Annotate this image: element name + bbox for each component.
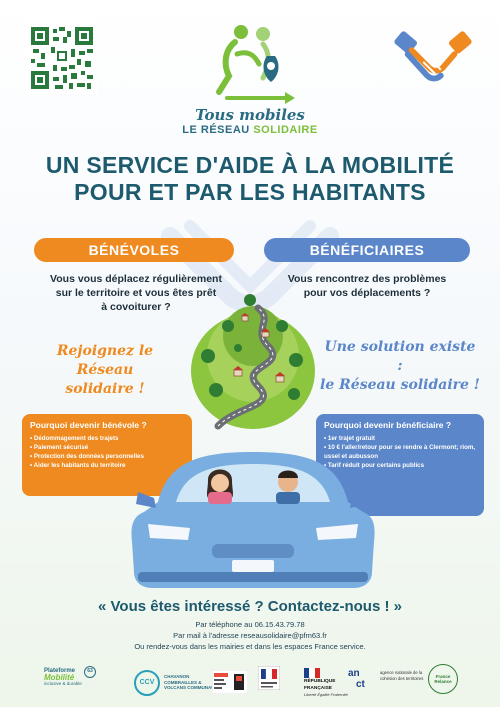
hill-village-illustration xyxy=(191,294,315,430)
plateforme-mobilite-logo: Plateforme Mobilité inclusive & durable … xyxy=(44,666,108,688)
french-flag-icon xyxy=(304,668,320,678)
volunteers-banner: BÉNÉVOLES xyxy=(34,238,234,262)
contact-cta: « Vous êtes intéressé ? Contactez-nous !… xyxy=(98,598,402,615)
contact-phone: Par téléphone au 06.15.43.79.78 xyxy=(195,620,305,629)
regional-logo-icon xyxy=(212,670,248,694)
anct-mark: an ct xyxy=(348,668,376,690)
partner-logos: Plateforme Mobilité inclusive & durable … xyxy=(0,660,500,707)
logo-subtitle-part1: LE RÉSEAU xyxy=(182,124,250,136)
contact-places: Ou rendez-vous dans les mairies et dans … xyxy=(134,642,366,651)
beneficiaries-tagline-line-1: Une solution existe : xyxy=(324,339,476,374)
beneficiaries-tagline-line-2: le Réseau solidaire ! xyxy=(320,377,480,393)
poster: Tous mobiles LE RÉSEAU SOLIDAIRE UN SERV… xyxy=(0,0,500,707)
volunteers-question-line-1: Vous vous déplacez régulièrement xyxy=(50,273,222,285)
anct-name: agence nationale de la cohésion des terr… xyxy=(380,670,424,681)
ccv-mark: CCV xyxy=(134,670,160,696)
plateforme-badge: 63 xyxy=(84,666,96,678)
car-illustration xyxy=(131,452,375,588)
plateforme-tag: inclusive & durable xyxy=(44,681,82,686)
qr-code-icon xyxy=(26,22,98,94)
logo-title: Tous mobiles xyxy=(195,106,305,124)
beneficiaries-banner: BÉNÉFICIAIRES xyxy=(264,238,470,262)
institution-logo-icon xyxy=(258,666,280,690)
volunteers-benefits-title: Pourquoi devenir bénévole ? xyxy=(30,420,147,430)
volunteers-tagline: Rejoignez le Réseau solidaire ! xyxy=(30,342,180,399)
anct-abbr-part2: ct xyxy=(356,679,365,690)
beneficiaries-tagline: Une solution existe : le Réseau solidair… xyxy=(320,338,480,395)
volunteers-tagline-line-1: Rejoignez le Réseau xyxy=(56,343,154,378)
france-relance-logo: France Relance xyxy=(428,664,458,694)
beneficiaries-question-line-1: Vous rencontrez des problèmes xyxy=(287,273,447,285)
france-relance-text: France Relance xyxy=(434,674,452,684)
logo-subtitle: LE RÉSEAU SOLIDAIRE xyxy=(165,124,335,136)
anct-abbr-part1: an xyxy=(348,668,360,679)
contact-email: Par mail à l'adresse reseausolidaire@pfm… xyxy=(173,631,327,640)
beneficiaries-benefits-title: Pourquoi devenir bénéficiaire ? xyxy=(324,420,452,430)
headline-line-1: UN SERVICE D'AIDE À LA MOBILITÉ xyxy=(45,152,455,178)
handshake-icon xyxy=(394,31,472,82)
rf-name: RÉPUBLIQUE FRANÇAISE xyxy=(304,679,336,691)
logo-subtitle-part2: SOLIDAIRE xyxy=(253,124,318,136)
volunteers-tagline-line-2: solidaire ! xyxy=(65,381,145,397)
tous-mobiles-logo-icon xyxy=(216,25,295,104)
republique-francaise-logo: RÉPUBLIQUE FRANÇAISE Liberté Égalité Fra… xyxy=(304,668,348,699)
rf-motto: Liberté Égalité Fraternité xyxy=(304,692,348,697)
